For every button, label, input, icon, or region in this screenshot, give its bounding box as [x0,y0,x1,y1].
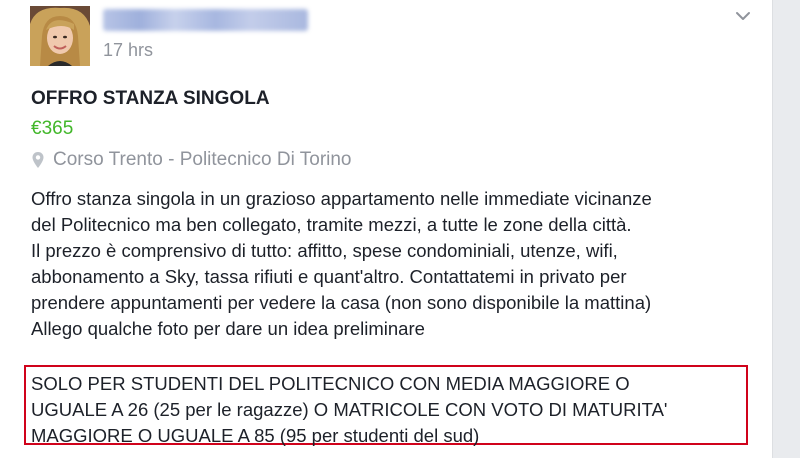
highlighted-line: UGUALE A 26 (25 per le ragazze) O MATRIC… [31,399,668,420]
avatar-image [30,6,90,66]
post-timestamp[interactable]: 17 hrs [103,40,153,61]
description-line: Allego qualche foto per dare un idea pre… [31,318,425,339]
author-name-blurred[interactable] [103,9,308,31]
listing-location[interactable]: Corso Trento - Politecnico Di Torino [31,149,352,171]
description-line: Il prezzo è comprensivo di tutto: affitt… [31,240,618,261]
description-line: prendere appuntamenti per vedere la casa… [31,292,652,313]
chevron-down-icon[interactable] [733,6,753,26]
highlighted-requirements: SOLO PER STUDENTI DEL POLITECNICO CON ME… [31,371,667,449]
listing-description: Offro stanza singola in un grazioso appa… [31,186,761,342]
highlighted-line: MAGGIORE O UGUALE A 85 (95 per studenti … [31,425,480,446]
location-label: Corso Trento - Politecnico Di Torino [53,149,352,170]
highlighted-line: SOLO PER STUDENTI DEL POLITECNICO CON ME… [31,373,630,394]
listing-title: OFFRO STANZA SINGOLA [31,88,270,109]
page-background-edge [773,0,800,458]
description-line: del Politecnico ma ben collegato, tramit… [31,214,632,235]
post-card: 17 hrs OFFRO STANZA SINGOLA €365 Corso T… [0,0,773,458]
avatar[interactable] [30,6,90,66]
description-line: Offro stanza singola in un grazioso appa… [31,188,652,209]
listing-price: €365 [31,118,74,139]
description-line: abbonamento a Sky, tassa rifiuti e quant… [31,266,627,287]
map-pin-icon [32,152,44,168]
